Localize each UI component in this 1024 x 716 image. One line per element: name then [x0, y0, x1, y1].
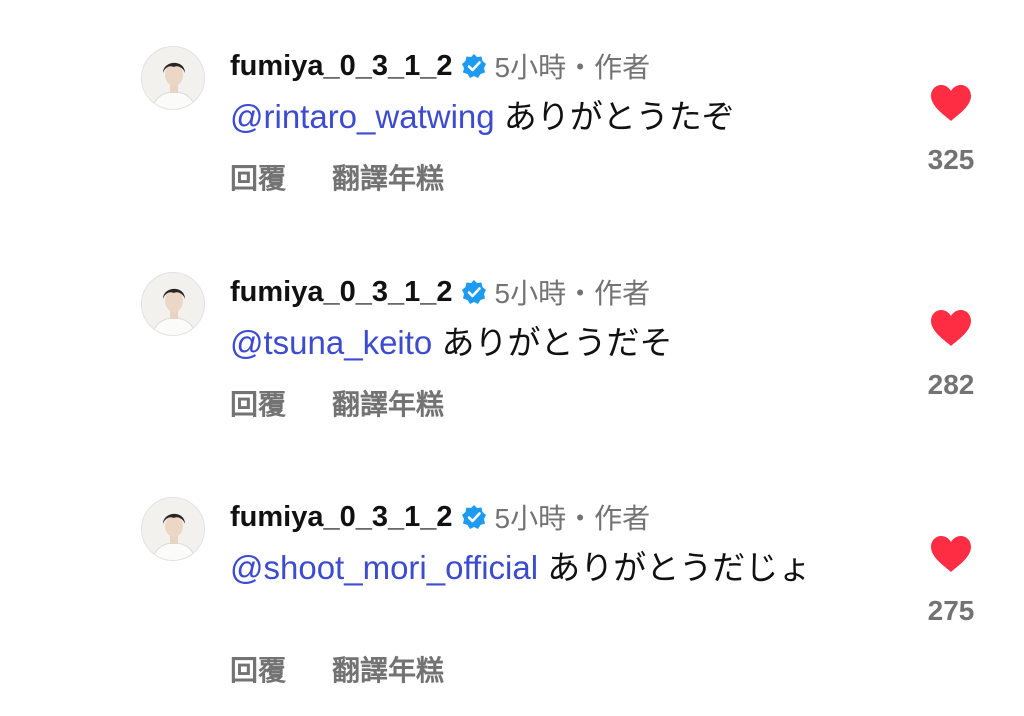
username[interactable]: fumiya_0_3_1_2	[230, 276, 453, 309]
comment-body: ありがとうだそ	[432, 324, 673, 361]
verified-badge-icon	[461, 53, 487, 79]
like-control: 275	[918, 535, 984, 627]
comment-meta: fumiya_0_3_1_2 5小時・作者	[230, 272, 650, 312]
like-count: 275	[927, 595, 975, 626]
comment-time: 5小時・作者	[494, 278, 651, 309]
comment-actions: 回覆 翻譯年糕	[230, 159, 444, 195]
comment-actions: 回覆 翻譯年糕	[230, 651, 444, 687]
comment-time: 5小時・作者	[494, 503, 651, 534]
comment-text: @shoot_mori_official ありがとうだじょ	[230, 544, 840, 591]
like-control: 325	[918, 84, 984, 176]
avatar[interactable]	[141, 497, 205, 561]
reply-button[interactable]: 回覆	[230, 649, 286, 689]
heart-icon[interactable]	[930, 535, 972, 573]
like-count: 282	[927, 369, 975, 400]
heart-icon[interactable]	[930, 84, 972, 122]
comment-meta: fumiya_0_3_1_2 5小時・作者	[230, 46, 650, 86]
username[interactable]: fumiya_0_3_1_2	[230, 50, 453, 83]
reply-button[interactable]: 回覆	[230, 383, 286, 423]
verified-badge-icon	[461, 279, 487, 305]
like-control: 282	[918, 309, 984, 401]
translate-button[interactable]: 翻譯年糕	[332, 649, 444, 689]
comment-body: ありがとうたぞ	[494, 98, 735, 135]
avatar[interactable]	[141, 46, 205, 110]
username[interactable]: fumiya_0_3_1_2	[230, 501, 453, 534]
translate-button[interactable]: 翻譯年糕	[332, 383, 444, 423]
avatar[interactable]	[141, 272, 205, 336]
verified-badge-icon	[461, 504, 487, 530]
comment-actions: 回覆 翻譯年糕	[230, 385, 444, 421]
mention-link[interactable]: @tsuna_keito	[230, 324, 432, 361]
mention-link[interactable]: @shoot_mori_official	[230, 549, 538, 586]
mention-link[interactable]: @rintaro_watwing	[230, 98, 495, 135]
comment-meta: fumiya_0_3_1_2 5小時・作者	[230, 497, 650, 537]
like-count: 325	[927, 144, 975, 175]
comment-time: 5小時・作者	[494, 52, 651, 83]
comment-text: @rintaro_watwing ありがとうたぞ	[230, 93, 840, 140]
comment-text: @tsuna_keito ありがとうだそ	[230, 319, 840, 366]
reply-button[interactable]: 回覆	[230, 157, 286, 197]
heart-icon[interactable]	[930, 309, 972, 347]
translate-button[interactable]: 翻譯年糕	[332, 157, 444, 197]
comment-body: ありがとうだじょ	[538, 549, 812, 586]
